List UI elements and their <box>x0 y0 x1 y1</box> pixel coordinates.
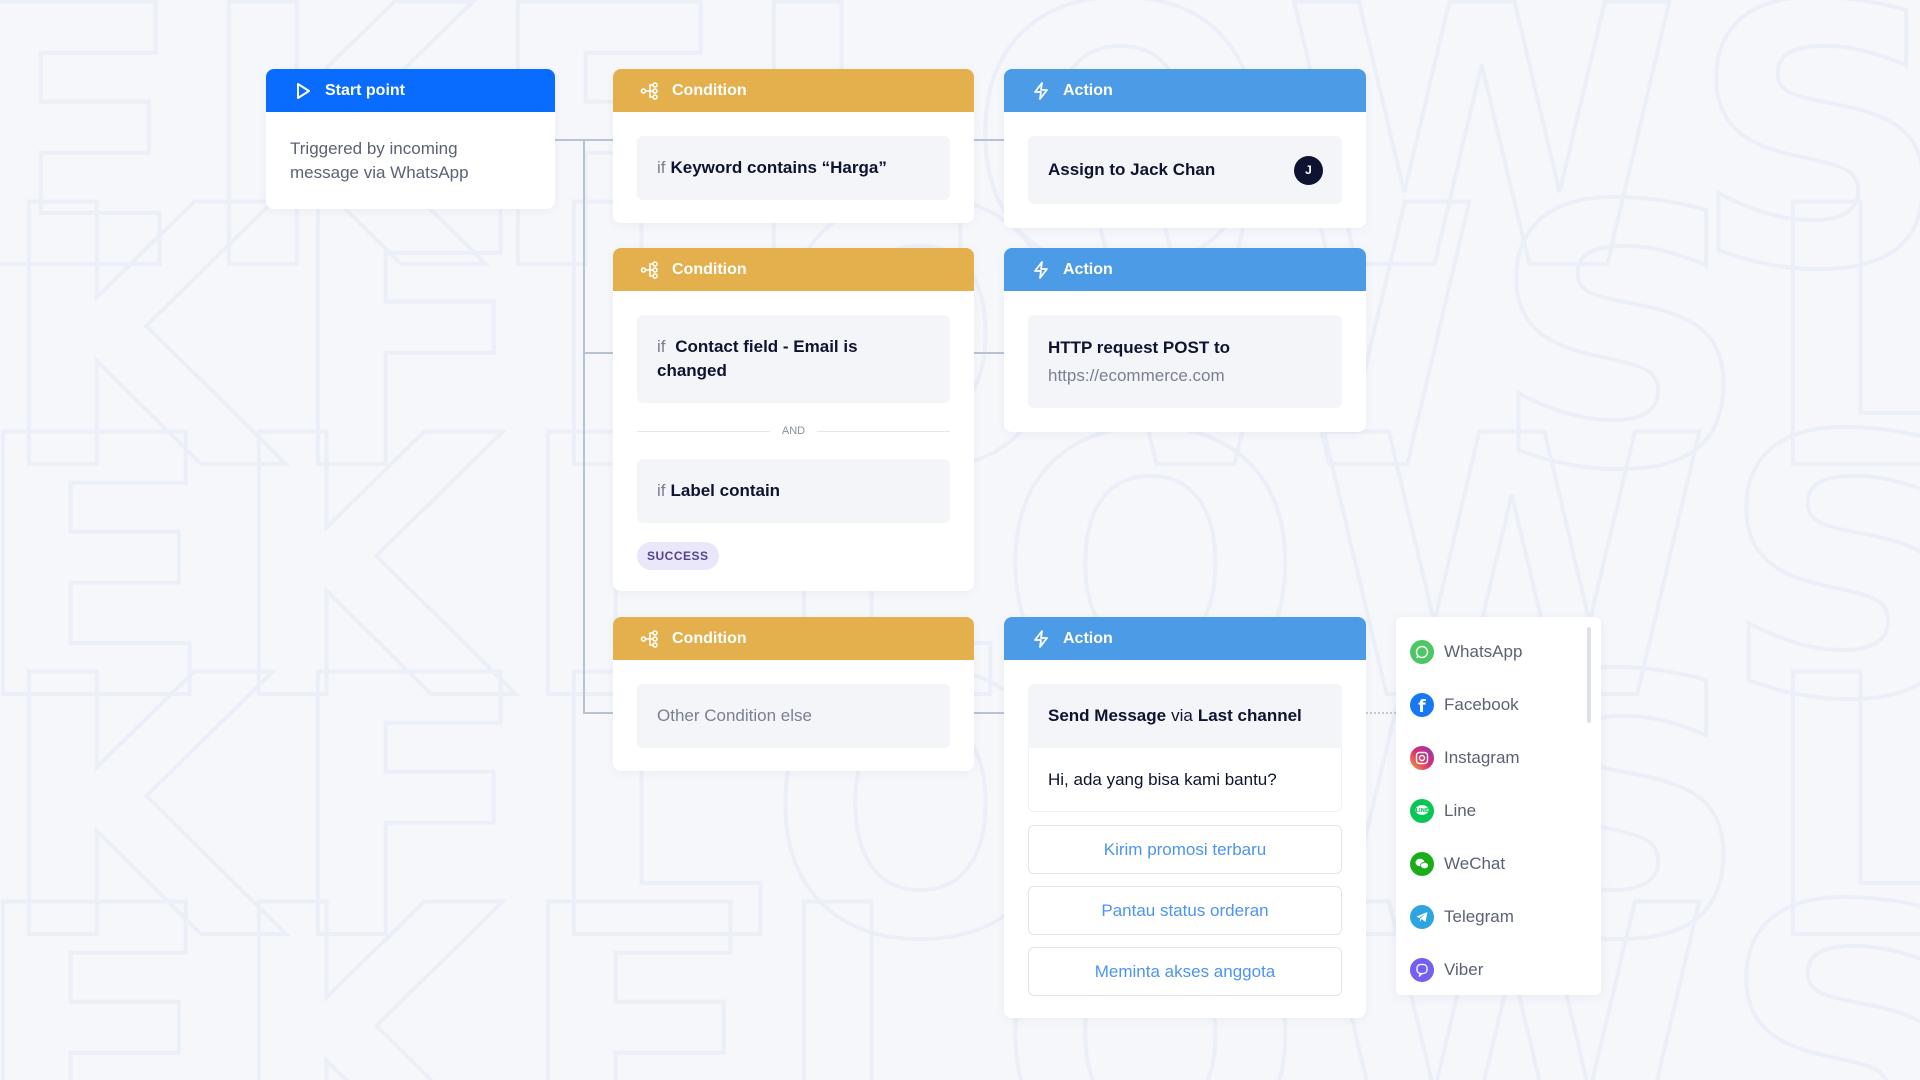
action-title: Action <box>1063 81 1113 99</box>
connector-cond3 <box>583 712 613 714</box>
quick-reply-button[interactable]: Pantau status orderan <box>1028 886 1342 935</box>
via-label: via <box>1171 706 1193 725</box>
channel-list[interactable]: WhatsApp f Facebook Instagram LINE Line … <box>1396 617 1601 995</box>
scrollbar[interactable] <box>1587 627 1591 723</box>
channel-item-telegram[interactable]: Telegram <box>1396 890 1601 943</box>
channel-item-wechat[interactable]: WeChat <box>1396 837 1601 890</box>
assign-text: Assign to Jack Chan <box>1048 160 1216 179</box>
condition-title: Condition <box>672 81 747 99</box>
rule-prefix: if <box>657 158 666 177</box>
lightning-icon <box>1031 629 1051 649</box>
channel-name: Instagram <box>1444 747 1520 767</box>
wechat-icon <box>1410 851 1434 876</box>
condition-header: Condition <box>613 617 974 660</box>
connector-cond3-action3 <box>974 712 1004 714</box>
quick-reply-button[interactable]: Kirim promosi terbaru <box>1028 825 1342 874</box>
branch-icon <box>640 260 660 280</box>
channel-name: Facebook <box>1444 694 1519 714</box>
action-header: Action <box>1004 617 1366 660</box>
action-header: Action <box>1004 248 1366 291</box>
rule-prefix: if <box>657 481 666 500</box>
message-text[interactable]: Hi, ada yang bisa kami bantu? <box>1028 748 1342 812</box>
rule-text: Label contain <box>670 481 781 500</box>
condition-title: Condition <box>672 629 747 647</box>
condition-rule[interactable]: if Contact field - Email is changed <box>637 315 950 403</box>
start-point-title: Start point <box>325 81 405 99</box>
channel-name: Viber <box>1444 959 1484 979</box>
channel-item-facebook[interactable]: f Facebook <box>1396 678 1601 731</box>
condition-rule[interactable]: if Label contain <box>637 459 950 523</box>
message-content: Hi, ada yang bisa kami bantu? <box>1048 769 1277 789</box>
channel-label[interactable]: Last channel <box>1198 706 1302 726</box>
status-badge: SUCCESS <box>637 542 719 570</box>
action-node[interactable]: Action Assign to Jack Chan J <box>1004 69 1366 228</box>
http-request-url: https://ecommerce.com <box>1048 366 1225 385</box>
send-message-label: Send Message <box>1048 706 1167 725</box>
and-divider: AND <box>637 425 951 437</box>
condition-header: Condition <box>613 69 974 112</box>
connector-start-trunk <box>555 139 584 141</box>
http-request-text: HTTP request POST to <box>1048 338 1230 357</box>
action-node[interactable]: Action Send Message via Last channel Hi,… <box>1004 617 1366 1018</box>
rule-text: Keyword contains “Harga” <box>670 158 887 177</box>
viber-icon <box>1410 957 1434 982</box>
quick-reply-button[interactable]: Meminta akses anggota <box>1028 947 1342 996</box>
rule-text: Contact field - Email is changed <box>657 337 858 380</box>
channel-name: WeChat <box>1444 853 1506 873</box>
connector-cond2-action2 <box>974 352 1004 354</box>
action-node[interactable]: Action HTTP request POST to https://ecom… <box>1004 248 1366 432</box>
channel-item-viber[interactable]: Viber <box>1396 943 1601 996</box>
telegram-icon <box>1410 904 1434 929</box>
svg-text:LINE: LINE <box>1416 808 1429 814</box>
channel-item-instagram[interactable]: Instagram <box>1396 731 1601 784</box>
rule-text: Other Condition else <box>657 706 812 725</box>
channel-item-line[interactable]: LINE Line <box>1396 784 1601 837</box>
connector-cond2 <box>583 352 613 354</box>
lightning-icon <box>1031 81 1051 101</box>
connector-cond1-action1 <box>974 139 1004 141</box>
send-message-detail[interactable]: Send Message via Last channel <box>1028 684 1342 748</box>
condition-node[interactable]: Condition Other Condition else <box>613 617 974 771</box>
connector-action3-channels <box>1366 712 1396 714</box>
channel-name: Telegram <box>1444 906 1514 926</box>
connector-trunk <box>583 139 585 713</box>
instagram-icon <box>1410 745 1434 770</box>
condition-rule[interactable]: if Keyword contains “Harga” <box>637 136 950 200</box>
watermark-row: EKFLOWSLEEK <box>0 830 1920 1080</box>
action-header: Action <box>1004 69 1366 112</box>
and-label: AND <box>781 425 806 437</box>
condition-rule[interactable]: Other Condition else <box>637 684 950 748</box>
condition-node[interactable]: Condition if Contact field - Email is ch… <box>613 248 974 591</box>
start-point-description: Triggered by incoming message via WhatsA… <box>290 139 469 182</box>
action-title: Action <box>1063 260 1113 278</box>
start-point-header: Start point <box>266 69 555 112</box>
start-point-node[interactable]: Start point Triggered by incoming messag… <box>266 69 555 209</box>
action-title: Action <box>1063 629 1113 647</box>
play-icon <box>293 81 313 101</box>
branch-icon <box>640 629 660 649</box>
lightning-icon <box>1031 260 1051 280</box>
line-icon: LINE <box>1410 798 1434 823</box>
avatar: J <box>1294 155 1323 185</box>
facebook-icon: f <box>1410 692 1434 717</box>
rule-prefix: if <box>657 337 666 356</box>
whatsapp-icon <box>1410 639 1434 664</box>
channel-item-whatsapp[interactable]: WhatsApp <box>1396 625 1601 678</box>
condition-title: Condition <box>672 260 747 278</box>
branch-icon <box>640 81 660 101</box>
connector-cond1 <box>583 139 613 141</box>
condition-header: Condition <box>613 248 974 291</box>
condition-node[interactable]: Condition if Keyword contains “Harga” <box>613 69 974 223</box>
channel-name: WhatsApp <box>1444 641 1523 661</box>
action-detail[interactable]: HTTP request POST to https://ecommerce.c… <box>1028 315 1342 408</box>
action-detail[interactable]: Assign to Jack Chan J <box>1028 136 1342 204</box>
channel-name: Line <box>1444 800 1477 820</box>
